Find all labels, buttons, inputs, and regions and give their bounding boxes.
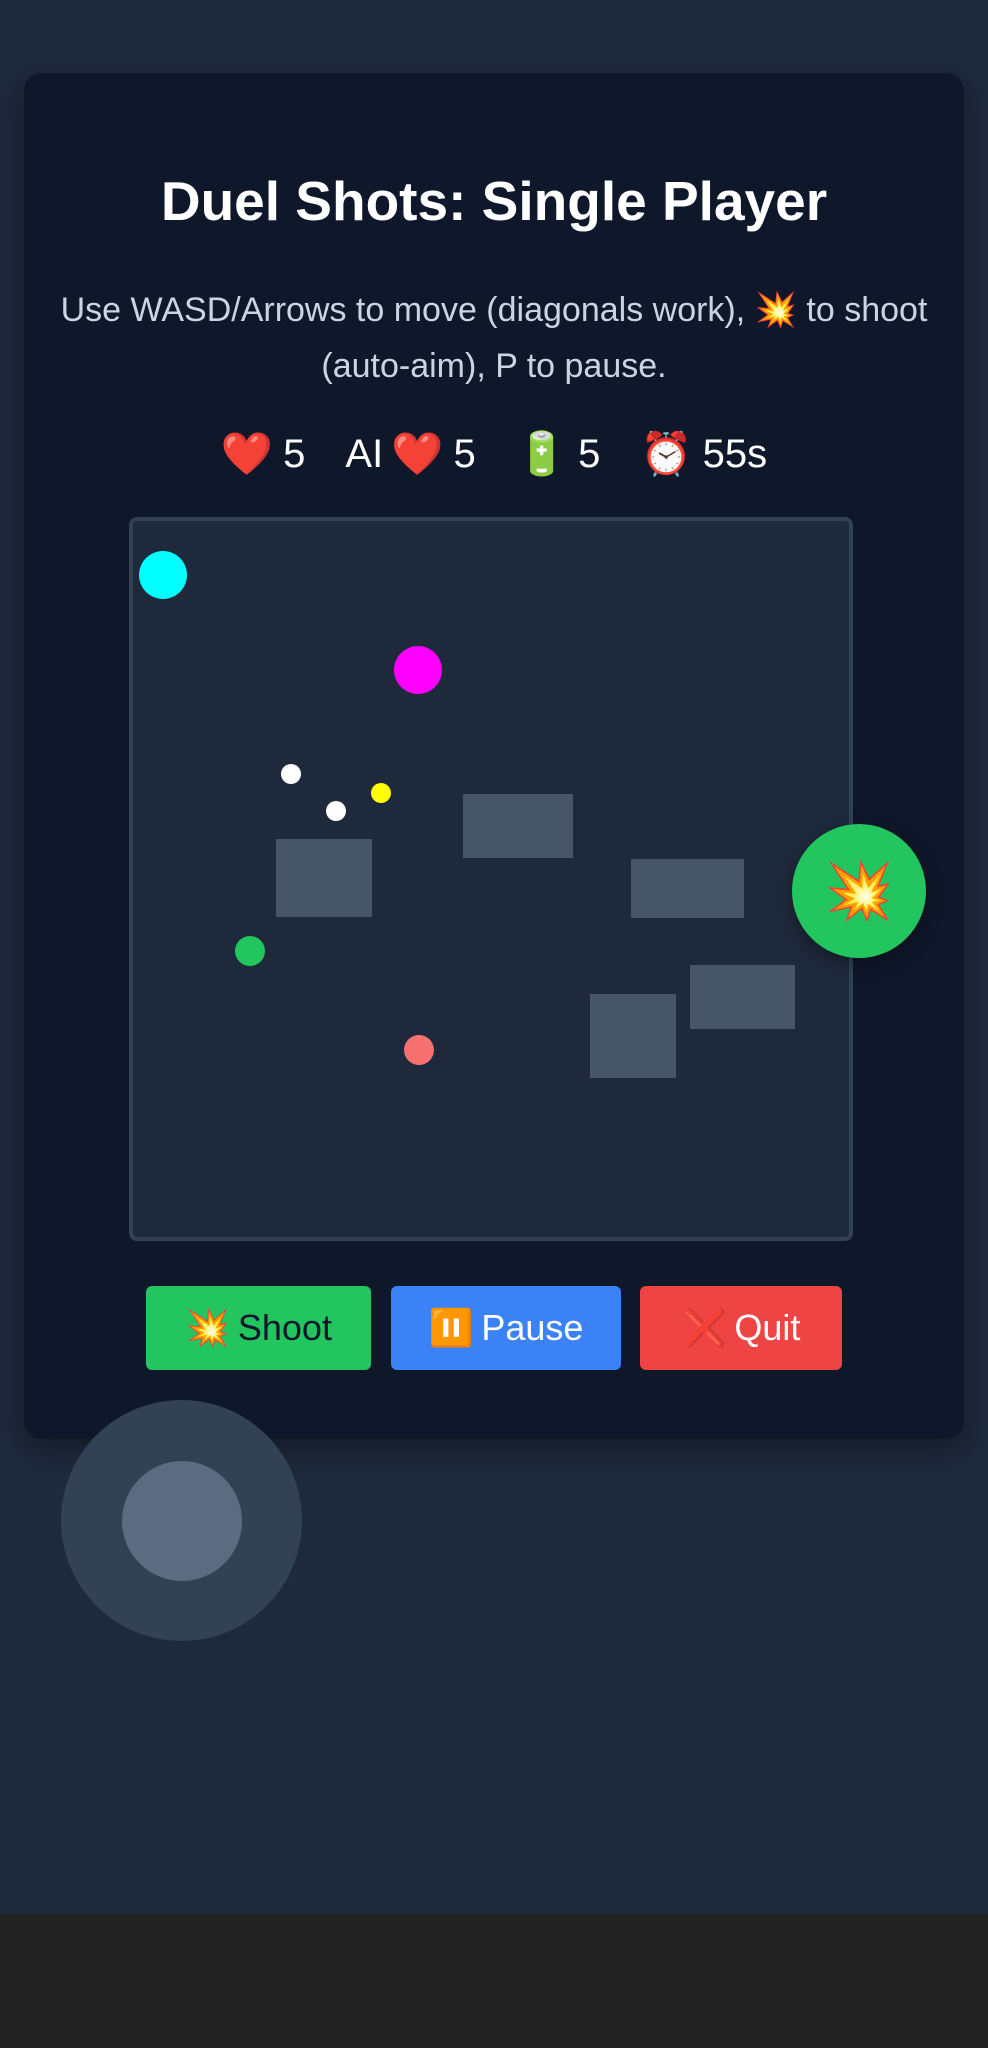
explosion-icon: 💥: [185, 1307, 230, 1348]
bullet: [326, 801, 346, 821]
player-lives: ❤️ 5: [221, 430, 306, 479]
system-nav-bar: [0, 1914, 988, 2048]
ai-lives-value: 5: [453, 431, 476, 476]
hud-bar: ❤️ 5 AI ❤️ 5 🔋 5 ⏰ 55s: [0, 424, 988, 484]
pause-label: Pause: [481, 1307, 584, 1348]
battery-icon: 🔋: [515, 429, 569, 477]
ai-lives: AI ❤️ 5: [345, 430, 475, 479]
wall: [463, 794, 573, 858]
shoot-fab-button[interactable]: 💥: [792, 824, 926, 958]
shoot-button[interactable]: 💥 Shoot: [146, 1286, 371, 1370]
game-arena[interactable]: [129, 517, 853, 1241]
pause-icon: ⏸️: [428, 1307, 474, 1348]
wall: [631, 859, 744, 918]
heart-icon: ❤️: [391, 429, 444, 477]
ammo-count: 🔋 5: [516, 430, 601, 479]
explosion-icon: 💥: [824, 859, 894, 922]
timer: ⏰ 55s: [640, 430, 767, 479]
alarm-clock-icon: ⏰: [640, 429, 693, 477]
heart-icon: ❤️: [220, 429, 274, 477]
ai-label: AI: [345, 431, 384, 476]
wall: [690, 965, 795, 1029]
pause-button[interactable]: ⏸️ Pause: [391, 1286, 621, 1370]
ammo-value: 5: [578, 431, 601, 476]
quit-button[interactable]: ❌ Quit: [640, 1286, 842, 1370]
ai-ship: [394, 646, 442, 694]
wall: [276, 839, 372, 917]
player-lives-value: 5: [283, 431, 306, 476]
player-ship: [139, 551, 187, 599]
quit-label: Quit: [734, 1307, 801, 1348]
ai-bullet: [371, 783, 391, 803]
page-title: Duel Shots: Single Player: [160, 170, 828, 232]
close-icon: ❌: [681, 1307, 727, 1348]
hazard-orb: [404, 1035, 434, 1065]
timer-value: 55s: [702, 431, 768, 476]
shoot-label: Shoot: [237, 1307, 332, 1348]
health-pickup: [235, 936, 265, 966]
wall: [590, 994, 676, 1078]
instructions-text: Use WASD/Arrows to move (diagonals work)…: [60, 291, 928, 385]
bullet: [281, 764, 301, 784]
joystick-knob[interactable]: [122, 1461, 242, 1581]
